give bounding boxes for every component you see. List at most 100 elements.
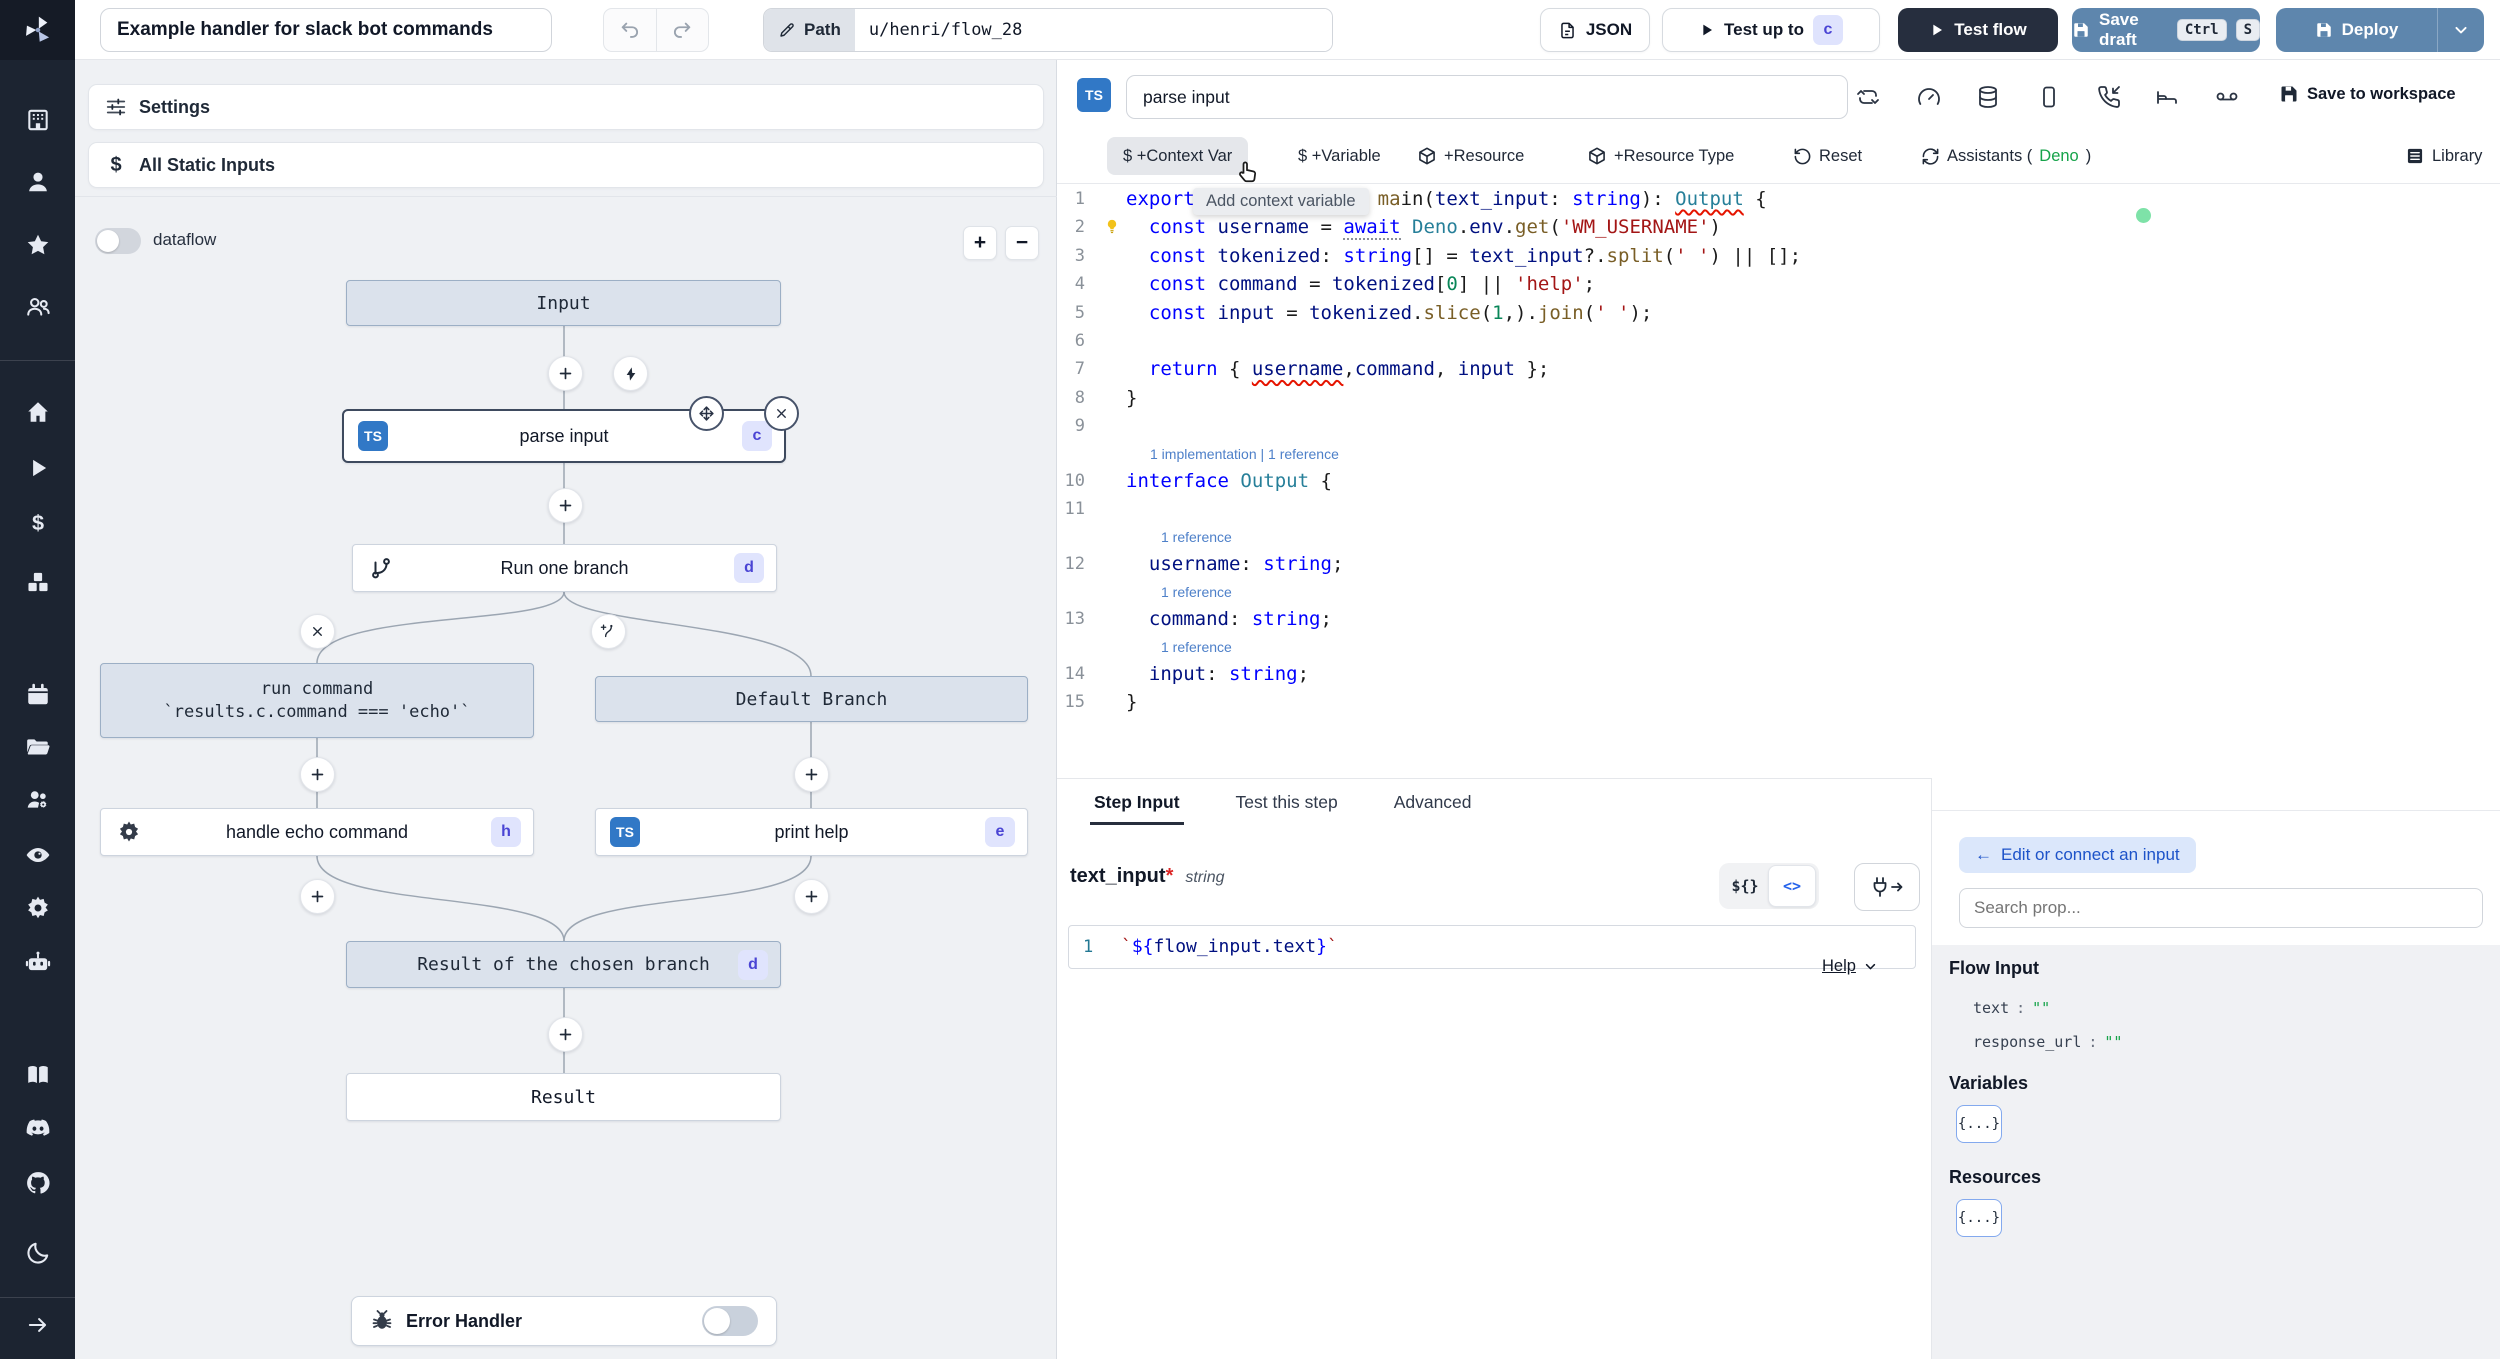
sidebar-item-gear-icon[interactable] — [0, 893, 75, 923]
remove-branch-button[interactable] — [300, 614, 335, 649]
add-step-button[interactable] — [300, 757, 335, 792]
add-step-button[interactable] — [794, 757, 829, 792]
code-line-12[interactable]: 12 username: string; — [1057, 550, 2500, 578]
add-step-button[interactable] — [794, 879, 829, 914]
sidebar-item-dollar-icon[interactable]: $ — [0, 509, 75, 539]
add-step-button[interactable] — [548, 1017, 583, 1052]
step-name-input[interactable] — [1126, 75, 1848, 119]
node-run-one-branch[interactable]: Run one branch d — [352, 544, 777, 592]
sidebar-item-play-icon[interactable] — [0, 453, 75, 483]
json-button[interactable]: JSON — [1540, 8, 1650, 52]
trigger-bolt-button[interactable] — [613, 356, 648, 391]
sidebar-item-github-icon[interactable] — [0, 1168, 75, 1198]
help-link[interactable]: Help — [1822, 957, 1879, 976]
add-step-button[interactable] — [300, 879, 335, 914]
deploy-dropdown-chevron-icon[interactable] — [2438, 20, 2484, 40]
variables-expand-chip[interactable]: {...} — [1956, 1105, 2002, 1143]
add-resource-button[interactable]: +Resource — [1417, 137, 1524, 175]
code-line-6[interactable]: 6 — [1057, 327, 2500, 355]
add-resource-type-button[interactable]: +Resource Type — [1587, 137, 1734, 175]
sidebar-item-book-icon[interactable] — [0, 1060, 75, 1090]
tab-advanced[interactable]: Advanced — [1394, 779, 1472, 825]
sidebar-item-moon-icon[interactable] — [0, 1238, 75, 1268]
test-up-to-button[interactable]: Test up to c — [1662, 8, 1880, 52]
prop-search-input[interactable] — [1959, 888, 2483, 928]
tab-test-this-step[interactable]: Test this step — [1236, 779, 1338, 825]
sidebar-item-star-icon[interactable] — [0, 230, 75, 260]
code-line-5[interactable]: 5 const input = tokenized.slice(1,).join… — [1057, 299, 2500, 327]
add-variable-button[interactable]: $ +Variable — [1298, 137, 1381, 175]
code-line-14[interactable]: 14 input: string; — [1057, 660, 2500, 688]
step-gauge-icon[interactable] — [1917, 85, 1941, 109]
node-run-command-branch[interactable]: run command `results.c.command === 'echo… — [100, 663, 534, 738]
assistants-button[interactable]: Assistants (Deno) — [1921, 137, 2091, 175]
code-line-10[interactable]: 10 interface Output { — [1057, 467, 2500, 495]
code-line-3[interactable]: 3 const tokenized: string[] = text_input… — [1057, 242, 2500, 270]
template-mode-button[interactable]: ${} — [1722, 866, 1768, 906]
node-print-help[interactable]: TS print help e — [595, 808, 1028, 856]
code-line-13[interactable]: 13 command: string; — [1057, 605, 2500, 633]
add-context-var-button[interactable]: $ +Context Var — [1107, 137, 1249, 175]
add-branch-button[interactable] — [591, 614, 626, 649]
code-line-7[interactable]: 7 return { username,command, input }; — [1057, 355, 2500, 383]
flow-title-input[interactable] — [100, 8, 552, 52]
quickfix-lightbulb-icon[interactable] — [1103, 218, 1121, 236]
node-error-handler[interactable]: Error Handler — [351, 1296, 777, 1346]
code-content[interactable]: 1export async function main(text_input: … — [1057, 185, 2500, 717]
code-line-8[interactable]: 8} — [1057, 384, 2500, 412]
node-result[interactable]: Result — [346, 1073, 781, 1121]
sidebar-item-discord-icon[interactable] — [0, 1113, 75, 1143]
path-input[interactable] — [854, 9, 1332, 51]
code-line-4[interactable]: 4 const command = tokenized[0] || 'help'… — [1057, 270, 2500, 298]
deploy-button[interactable]: Deploy — [2276, 8, 2484, 52]
step-repeat-icon[interactable] — [1856, 85, 1880, 109]
test-flow-button[interactable]: Test flow — [1898, 8, 2058, 52]
sidebar-item-arrow-right-icon[interactable] — [0, 1310, 75, 1340]
node-branch-result[interactable]: Result of the chosen branch d — [346, 941, 781, 988]
reset-button[interactable]: Reset — [1793, 137, 1862, 175]
tab-step-input[interactable]: Step Input — [1090, 779, 1184, 825]
code-line-2[interactable]: 2 const username = await Deno.env.get('W… — [1057, 213, 2500, 241]
add-step-button[interactable] — [548, 356, 583, 391]
step-bed-icon[interactable] — [2155, 85, 2179, 109]
node-input[interactable]: Input — [346, 280, 781, 326]
sidebar-item-users-icon[interactable] — [0, 292, 75, 322]
code-line-11[interactable]: 11 — [1057, 495, 2500, 523]
step-phone-incoming-icon[interactable] — [2097, 85, 2121, 109]
redo-icon[interactable] — [657, 9, 709, 51]
save-to-workspace-button[interactable]: Save to workspace — [2279, 84, 2456, 104]
sidebar-item-folder-icon[interactable] — [0, 733, 75, 763]
undo-icon[interactable] — [604, 9, 657, 51]
windmill-logo-icon[interactable] — [0, 0, 75, 60]
node-default-branch[interactable]: Default Branch — [595, 676, 1028, 722]
edit-or-connect-button[interactable]: ← Edit or connect an input — [1959, 837, 2196, 873]
codelens-link[interactable]: 1 reference — [1161, 634, 2500, 661]
codelens-link[interactable]: 1 reference — [1161, 579, 2500, 606]
error-handler-toggle[interactable] — [702, 1306, 758, 1336]
code-line-9[interactable]: 9 — [1057, 412, 2500, 440]
codelens-link[interactable]: 1 implementation | 1 reference — [1150, 441, 2500, 468]
node-handle-echo-command[interactable]: handle echo command h — [100, 808, 534, 856]
sidebar-item-users-gear-icon[interactable] — [0, 785, 75, 815]
sidebar-item-user-icon[interactable] — [0, 167, 75, 197]
sidebar-item-calendar-icon[interactable] — [0, 680, 75, 710]
expression-editor[interactable]: 1 `${flow_input.text}` — [1068, 925, 1916, 969]
add-step-button[interactable] — [548, 488, 583, 523]
sidebar-item-robot-icon[interactable] — [0, 947, 75, 977]
connect-input-button[interactable] — [1854, 863, 1920, 911]
resources-expand-chip[interactable]: {...} — [1956, 1199, 2002, 1237]
step-smartphone-icon[interactable] — [2037, 85, 2061, 109]
codelens-link[interactable]: 1 reference — [1161, 524, 2500, 551]
prop-row-text[interactable]: text: "" — [1973, 999, 2050, 1017]
code-mode-button[interactable]: <> — [1768, 865, 1816, 907]
sidebar-item-home-icon[interactable] — [0, 397, 75, 427]
library-button[interactable]: Library — [2405, 137, 2482, 175]
step-database-icon[interactable] — [1976, 85, 2000, 109]
save-draft-button[interactable]: Save draft Ctrl S — [2072, 8, 2260, 52]
prop-row-response-url[interactable]: response_url: "" — [1973, 1033, 2122, 1051]
move-step-button[interactable] — [689, 396, 724, 431]
sidebar-item-boxes-icon[interactable] — [0, 567, 75, 597]
sidebar-item-eye-icon[interactable] — [0, 840, 75, 870]
sidebar-item-building-icon[interactable] — [0, 105, 75, 135]
delete-step-button[interactable] — [764, 396, 799, 431]
